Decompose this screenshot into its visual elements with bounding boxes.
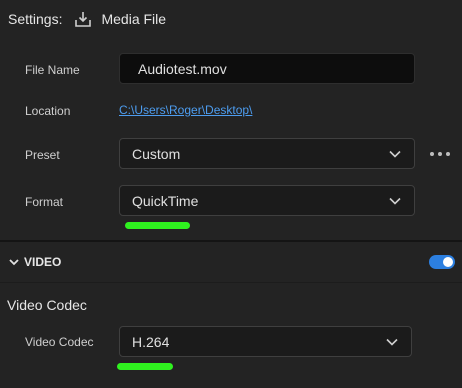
format-label: Format	[25, 195, 64, 209]
settings-header: Settings: Media File	[0, 0, 462, 38]
export-download-icon[interactable]	[74, 10, 92, 28]
video-codec-value: H.264	[132, 333, 170, 350]
video-section-title: VIDEO	[24, 255, 62, 269]
section-divider	[0, 240, 462, 242]
preset-label: Preset	[25, 148, 60, 162]
chevron-down-icon	[386, 338, 398, 346]
file-name-input[interactable]: Audiotest.mov	[119, 53, 415, 84]
video-codec-label: Video Codec	[25, 335, 94, 349]
chevron-down-icon[interactable]	[8, 256, 20, 268]
chevron-down-icon	[389, 150, 401, 158]
file-name-label: File Name	[25, 63, 80, 77]
codec-annotation-mark	[117, 363, 173, 370]
location-label: Location	[25, 104, 71, 118]
format-annotation-mark	[125, 222, 190, 229]
media-file-label: Media File	[101, 11, 167, 27]
more-options-icon[interactable]	[430, 147, 450, 161]
file-name-value: Audiotest.mov	[138, 60, 227, 77]
section-divider	[0, 282, 462, 283]
preset-dropdown[interactable]: Custom	[119, 138, 415, 169]
settings-label: Settings:	[8, 11, 63, 27]
format-dropdown[interactable]: QuickTime	[119, 185, 415, 216]
video-codec-heading: Video Codec	[7, 297, 87, 313]
video-codec-dropdown[interactable]: H.264	[119, 326, 412, 357]
location-link[interactable]: C:\Users\Roger\Desktop\	[119, 103, 252, 117]
preset-value: Custom	[132, 145, 181, 162]
chevron-down-icon	[389, 197, 401, 205]
format-value: QuickTime	[132, 192, 199, 209]
toggle-knob	[443, 257, 453, 267]
video-enable-toggle[interactable]	[429, 255, 455, 269]
video-section-header[interactable]: VIDEO	[0, 244, 462, 280]
